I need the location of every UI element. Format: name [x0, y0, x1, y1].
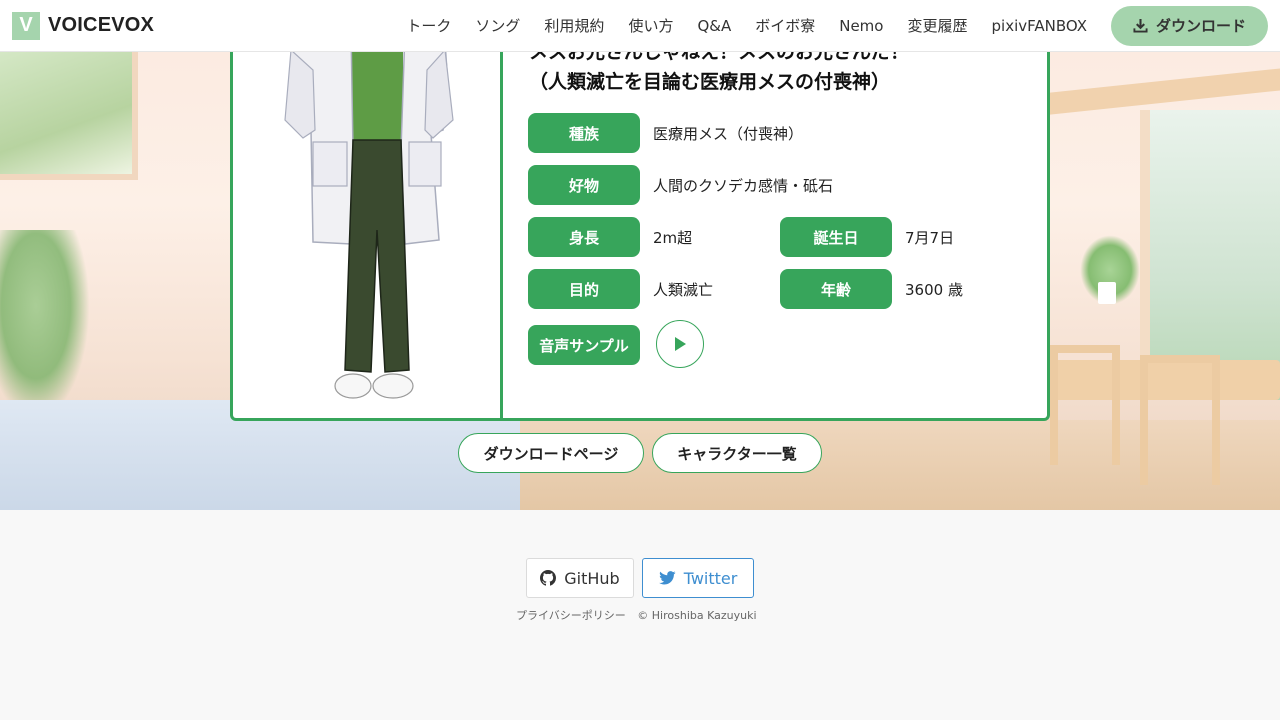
privacy-policy-link[interactable]: プライバシーポリシー [516, 609, 626, 622]
character-portrait [233, 30, 503, 418]
age-value: 3600 歳 [905, 280, 963, 299]
footer-meta: プライバシーポリシー © Hiroshiba Kazuyuki [516, 607, 757, 623]
nav-terms[interactable]: 利用規約 [544, 15, 604, 36]
likes-value: 人間のクソデカ感情・砥石 [653, 176, 834, 195]
github-button[interactable]: GitHub [526, 558, 634, 598]
age-label: 年齢 [780, 269, 892, 309]
download-button[interactable]: ダウンロード [1111, 5, 1268, 46]
nav-qa[interactable]: Q&A [697, 17, 731, 35]
twitter-icon [658, 571, 676, 585]
plant-pot [1098, 282, 1116, 304]
likes-label: 好物 [528, 165, 640, 205]
character-list-button[interactable]: キャラクター一覧 [652, 433, 822, 473]
github-label: GitHub [564, 568, 620, 588]
copyright: © Hiroshiba Kazuyuki [637, 609, 757, 622]
character-card: メスお兄さんじゃねえ！メスのお兄さんだ！ （人類滅亡を目論む医療用メスの付喪神）… [230, 30, 1050, 421]
ceiling-beam [1050, 67, 1280, 115]
age-row: 年齢 3600 歳 [780, 269, 963, 309]
nav-fanbox[interactable]: pixivFANBOX [992, 17, 1088, 35]
download-icon [1133, 18, 1148, 33]
logo-icon: V [12, 11, 40, 40]
nav-nemo[interactable]: Nemo [839, 17, 883, 35]
goal-row: 目的 人類滅亡 [528, 269, 713, 309]
nav-howto[interactable]: 使い方 [628, 15, 673, 36]
nav-song[interactable]: ソング [475, 15, 520, 36]
goal-label: 目的 [528, 269, 640, 309]
chair [1140, 355, 1220, 485]
download-page-button[interactable]: ダウンロードページ [458, 433, 644, 473]
top-navbar: V VOICEVOX トーク ソング 利用規約 使い方 Q&A ボイボ寮 Nem… [0, 0, 1280, 52]
wall-picture [0, 45, 138, 180]
species-value: 医療用メス（付喪神） [653, 124, 804, 143]
species-label: 種族 [528, 113, 640, 153]
voice-sample-row: 音声サンプル [528, 325, 640, 365]
goal-value: 人類滅亡 [653, 280, 714, 299]
voice-sample-play-button[interactable] [656, 320, 704, 368]
footer-social: GitHub Twitter [526, 558, 754, 598]
nav-changelog[interactable]: 変更履歴 [907, 15, 967, 36]
height-value: 2m超 [653, 228, 693, 247]
character-illustration [284, 30, 454, 399]
nav-dorm[interactable]: ボイボ寮 [755, 15, 815, 36]
likes-row: 好物 人間のクソデカ感情・砥石 [528, 165, 833, 205]
twitter-label: Twitter [683, 568, 738, 588]
github-icon [540, 570, 557, 586]
main-nav: トーク ソング 利用規約 使い方 Q&A ボイボ寮 Nemo 変更履歴 pixi… [394, 5, 1268, 46]
brand-link[interactable]: V VOICEVOX [12, 11, 155, 40]
nav-talk[interactable]: トーク [406, 15, 451, 36]
play-icon [675, 337, 686, 351]
character-info: メスお兄さんじゃねえ！メスのお兄さんだ！ （人類滅亡を目論む医療用メスの付喪神）… [503, 30, 1047, 418]
birthday-row: 誕生日 7月7日 [780, 217, 954, 257]
download-button-label: ダウンロード [1155, 17, 1246, 35]
plant-left [0, 230, 90, 420]
twitter-button[interactable]: Twitter [642, 558, 754, 598]
voice-sample-label: 音声サンプル [528, 325, 640, 365]
height-row: 身長 2m超 [528, 217, 692, 257]
birthday-label: 誕生日 [780, 217, 892, 257]
catchphrase-line2: （人類滅亡を目論む医療用メスの付喪神） [529, 71, 891, 93]
birthday-value: 7月7日 [905, 228, 955, 247]
chair [1050, 345, 1120, 465]
brand-name: VOICEVOX [48, 14, 155, 36]
species-row: 種族 医療用メス（付喪神） [528, 113, 803, 153]
height-label: 身長 [528, 217, 640, 257]
page-links: ダウンロードページ キャラクター一覧 [458, 433, 830, 473]
